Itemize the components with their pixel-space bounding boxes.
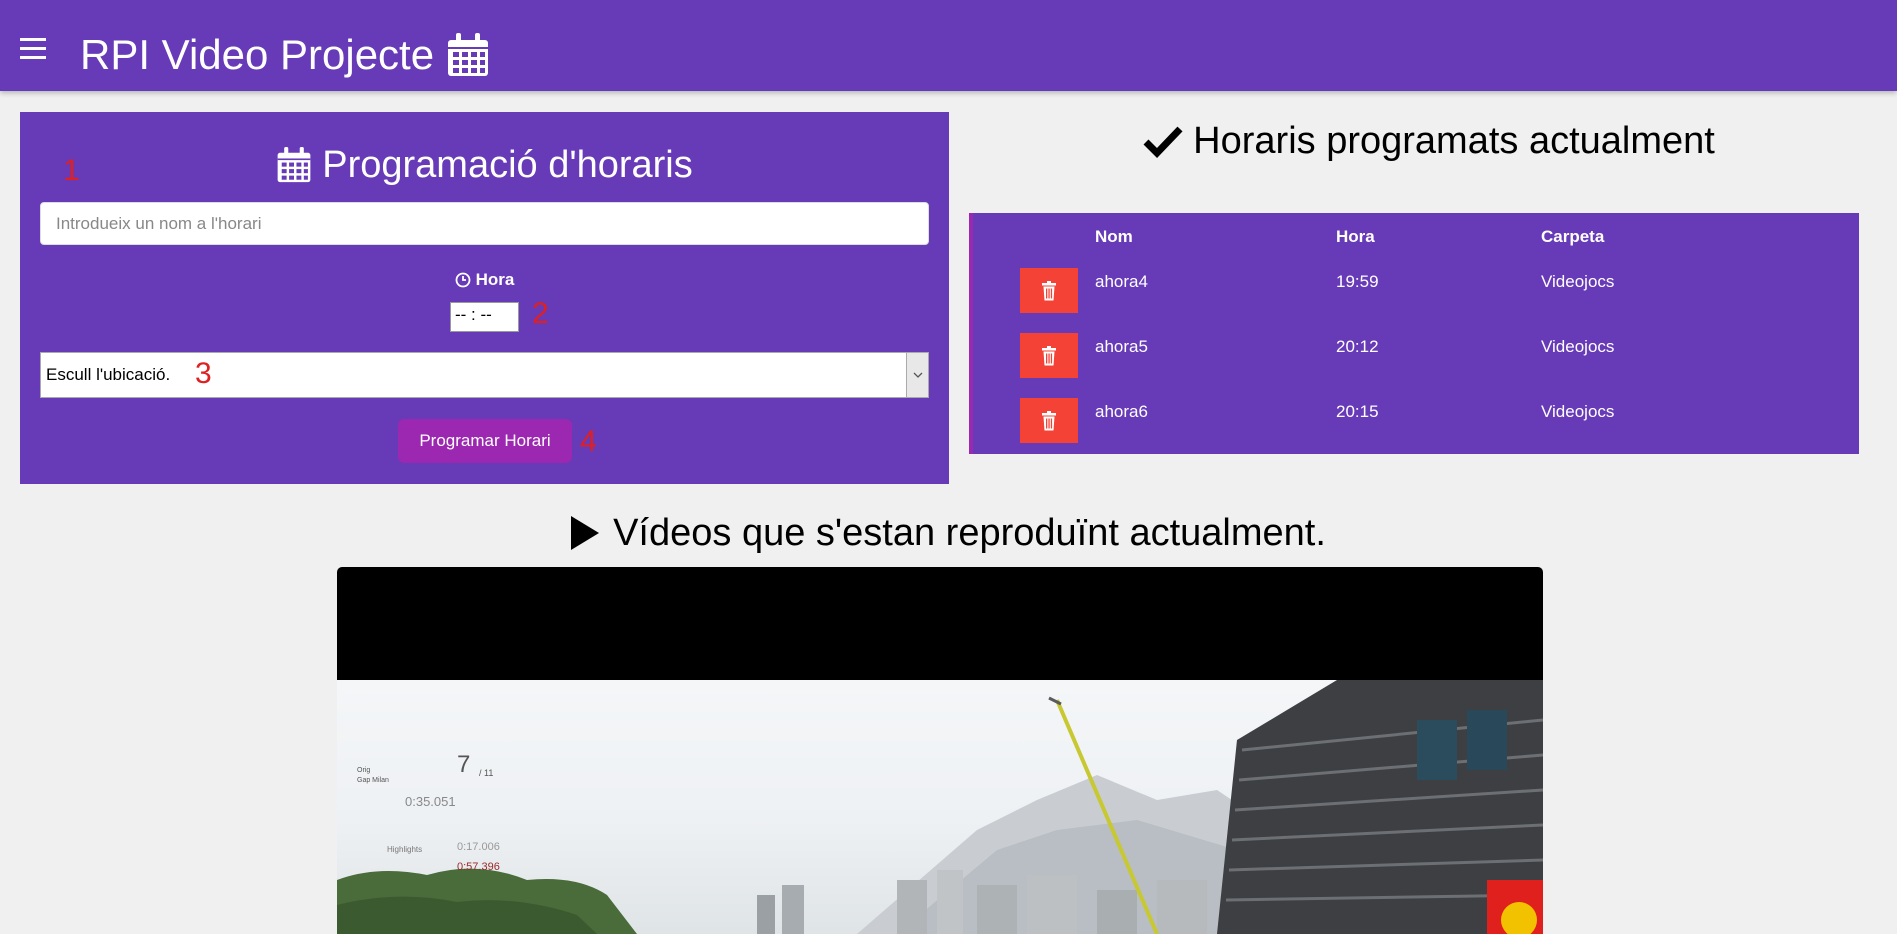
column-header-nom: Nom [1095, 227, 1133, 246]
location-select[interactable]: Escull l'ubicació. [40, 352, 929, 398]
video-frame-image: Orig Gap Milan 7 / 11 0:35.051 Highlight… [337, 680, 1543, 934]
check-icon [1143, 126, 1183, 158]
cell-hour: 19:59 [1336, 272, 1379, 291]
svg-text:7: 7 [457, 751, 470, 778]
form-title-text: Programació d'horaris [322, 144, 693, 186]
column-header-carpeta: Carpeta [1541, 227, 1605, 246]
hora-label: Hora [20, 270, 949, 290]
svg-text:Highlights: Highlights [387, 845, 422, 854]
cell-hour: 20:15 [1336, 402, 1379, 421]
program-schedule-button[interactable]: Programar Horari [398, 419, 572, 463]
schedules-table: Nom Hora Carpeta ahora4 19:59 Videojocs … [969, 213, 1859, 454]
svg-text:Orig: Orig [357, 767, 370, 774]
cell-folder: Videojocs [1541, 337, 1615, 356]
clock-icon [455, 272, 471, 288]
videos-title: Vídeos que s'estan reproduïnt actualment… [0, 510, 1897, 556]
play-icon [571, 516, 600, 550]
location-select-value: Escull l'ubicació. [46, 365, 171, 384]
cell-name: ahora5 [1095, 337, 1148, 356]
time-input-value: -- : -- [455, 305, 492, 324]
cell-hour: 20:12 [1336, 337, 1379, 356]
app-title-text: RPI Video Projecte [80, 31, 435, 78]
trash-icon [1042, 280, 1056, 300]
video-player[interactable]: Orig Gap Milan 7 / 11 0:35.051 Highlight… [337, 567, 1543, 934]
svg-text:0:57.396: 0:57.396 [457, 861, 500, 873]
form-title: Programació d'horaris [20, 142, 949, 188]
delete-button[interactable] [1020, 398, 1078, 443]
column-header-hora: Hora [1336, 227, 1375, 246]
svg-text:/ 11: / 11 [479, 768, 493, 778]
time-input[interactable]: -- : -- [450, 302, 519, 332]
svg-text:0:17.006: 0:17.006 [457, 841, 500, 853]
top-bar: RPI Video Projecte [0, 0, 1897, 91]
videos-title-text: Vídeos que s'estan reproduïnt actualment… [613, 512, 1326, 554]
hamburger-icon[interactable] [20, 38, 46, 60]
svg-text:0:35.051: 0:35.051 [405, 794, 456, 809]
trash-icon [1042, 410, 1056, 430]
schedules-title-text: Horaris programats actualment [1193, 120, 1715, 162]
schedule-form-panel: Programació d'horaris Hora -- : -- Escul… [20, 112, 949, 484]
calendar-icon [448, 33, 489, 76]
cell-folder: Videojocs [1541, 272, 1615, 291]
trash-icon [1042, 345, 1056, 365]
schedule-name-input[interactable] [40, 202, 929, 245]
svg-text:Gap Milan: Gap Milan [357, 777, 389, 784]
app-title: RPI Video Projecte [80, 30, 490, 80]
cell-name: ahora6 [1095, 402, 1148, 421]
annotation-1: 1 [63, 154, 80, 187]
calendar-icon [277, 147, 311, 183]
annotation-4: 4 [580, 425, 597, 458]
chevron-down-icon[interactable] [906, 353, 928, 397]
cell-folder: Videojocs [1541, 402, 1615, 421]
hora-label-text: Hora [475, 270, 515, 289]
annotation-3: 3 [195, 357, 212, 390]
annotation-2: 2 [532, 297, 549, 330]
delete-button[interactable] [1020, 268, 1078, 313]
schedules-title: Horaris programats actualment [969, 118, 1889, 164]
video-frame: Orig Gap Milan 7 / 11 0:35.051 Highlight… [337, 680, 1543, 934]
cell-name: ahora4 [1095, 272, 1148, 291]
delete-button[interactable] [1020, 333, 1078, 378]
